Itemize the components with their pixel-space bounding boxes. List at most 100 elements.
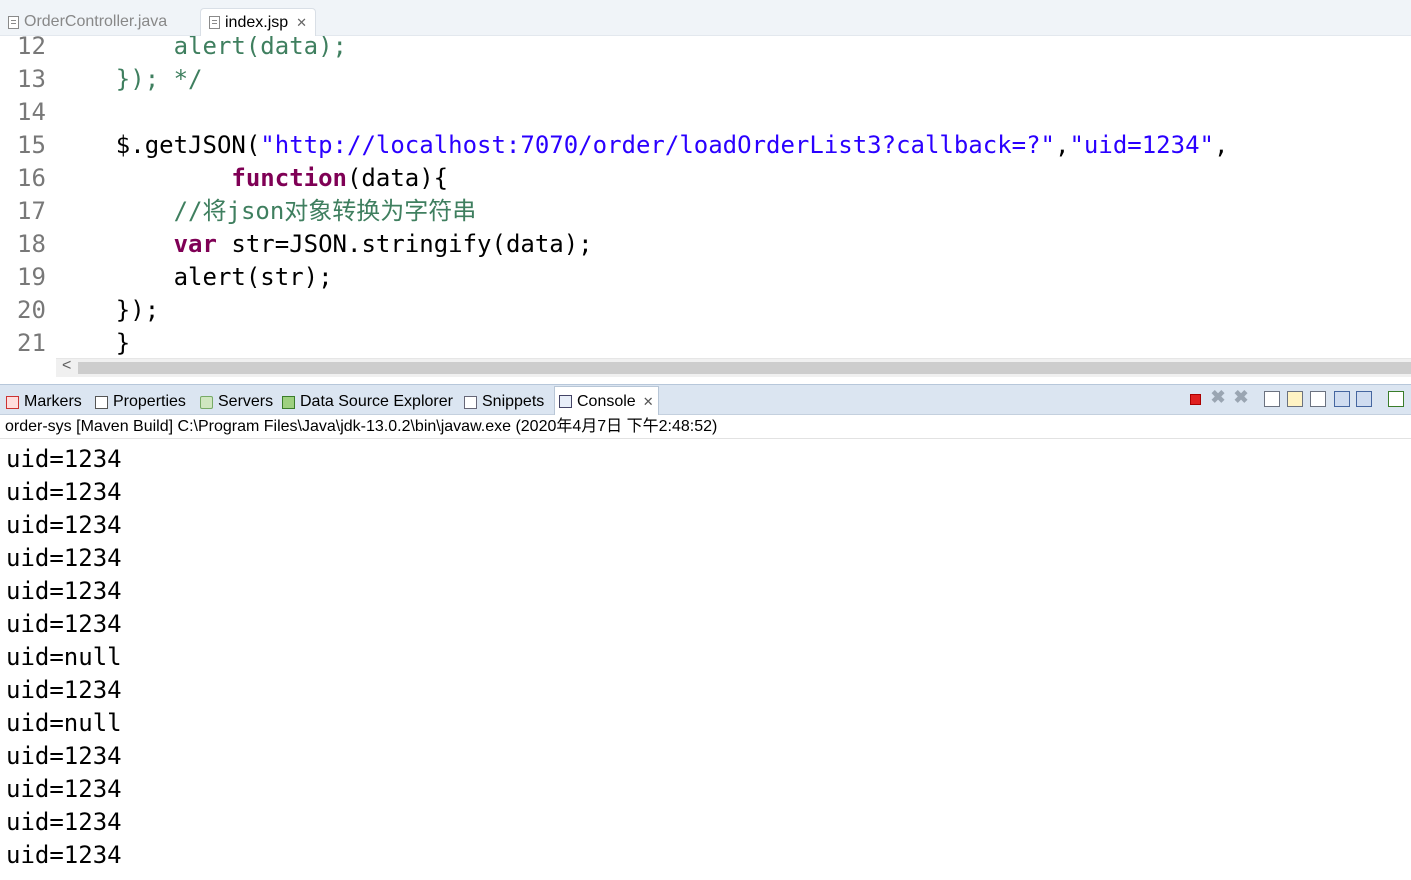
code-token: alert(data); [173,36,347,60]
jsp-file-icon [209,16,220,29]
code-text: alert(data); [58,36,347,63]
line-number: 14 [17,98,46,126]
remove-all-terminated-icon[interactable]: ✖ [1233,387,1249,407]
code-text: //将json对象转换为字符串 [58,195,477,228]
terminate-icon[interactable] [1190,394,1201,405]
code-line: 21 } [0,327,1411,358]
clear-console-icon[interactable] [1264,391,1280,407]
console-output-line: uid=1234 [6,742,122,770]
code-text: function(data){ [58,162,448,195]
code-line: 14 [0,96,1411,129]
tab-servers[interactable]: Servers [198,389,275,415]
data-source-explorer-icon [282,395,295,409]
code-text: $.getJSON("http://localhost:7070/order/l… [58,129,1229,162]
open-console-icon[interactable] [1388,391,1404,407]
line-number: 20 [17,296,46,324]
console-output-line: uid=1234 [6,808,122,836]
code-line: 15 $.getJSON("http://localhost:7070/orde… [0,129,1411,162]
tab-label: OrderController.java [24,13,168,30]
console-output-line: uid=1234 [6,610,122,638]
java-file-icon [8,15,19,29]
code-text: }); */ [58,63,203,96]
line-number: 19 [17,263,46,291]
console-output-line: uid=null [6,709,122,737]
console-output-line: uid=1234 [6,577,122,605]
console-icon [559,395,572,408]
code-line: 18 var str=JSON.stringify(data); [0,228,1411,261]
line-number: 18 [17,230,46,258]
code-token: "http://localhost:7070/order/loadOrderLi… [260,131,1056,159]
tab-label: Data Source Explorer [300,393,453,410]
scroll-left-icon[interactable]: < [62,357,71,375]
code-token: , [1055,131,1070,159]
close-icon[interactable]: ✕ [643,394,654,410]
line-number: 21 [17,329,46,357]
code-token: (data){ [346,164,449,192]
console-output-line: uid=1234 [6,511,122,539]
properties-icon [95,395,108,409]
console-output-line: uid=1234 [6,544,122,572]
code-token: str=JSON.stringify(data); [216,230,593,258]
code-token: }); */ [115,65,203,93]
code-line: 17 //将json对象转换为字符串 [0,195,1411,228]
console-output-line: uid=1234 [6,775,122,803]
tab-order-controller-java[interactable]: OrderController.java [8,8,167,36]
remove-launch-icon[interactable]: ✖ [1210,387,1226,407]
word-wrap-icon[interactable] [1310,391,1326,407]
close-icon[interactable]: ✕ [296,15,307,31]
view-tab-bar: Markers Properties Servers Data Source E… [0,384,1411,416]
pin-console-icon[interactable] [1334,391,1350,407]
line-number: 12 [17,36,46,60]
code-text: }); [58,294,159,327]
console-output-line: uid=1234 [6,841,122,869]
code-token: alert(str); [173,263,333,291]
tab-properties[interactable]: Properties [93,389,188,415]
code-editor[interactable]: 12 alert(data); 13 }); */14 15 $.getJSON("… [0,36,1411,358]
tab-label: Snippets [482,393,545,410]
code-text: var str=JSON.stringify(data); [58,228,593,261]
servers-icon [200,395,213,409]
code-token: , [1213,131,1229,159]
code-token: } [115,329,131,357]
console-output-line: uid=null [6,643,122,671]
tab-data-source-explorer[interactable]: Data Source Explorer [280,389,455,415]
code-text: alert(str); [58,261,333,294]
markers-icon [6,395,19,409]
code-token: }); [115,296,160,324]
editor-tab-bar: OrderController.java index.jsp ✕ [0,0,1411,36]
tab-snippets[interactable]: Snippets [462,389,546,415]
code-token: $.getJSON( [115,131,261,159]
tab-label: Markers [24,393,82,410]
tab-index-jsp[interactable]: index.jsp ✕ [200,8,317,36]
console-output-line: uid=1234 [6,445,122,473]
code-token: var [173,230,217,258]
console-output-line: uid=1234 [6,478,122,506]
snippets-icon [464,395,477,409]
code-line: 20 }); [0,294,1411,327]
line-number: 13 [17,65,46,93]
code-line: 12 alert(data); [0,36,1411,63]
code-line: 13 }); */ [0,63,1411,96]
tab-label: Servers [218,393,274,410]
code-line: 16 function(data){ [0,162,1411,195]
scrollbar-thumb[interactable] [78,362,1411,374]
tab-label: Console [577,392,636,410]
scroll-lock-icon[interactable] [1287,391,1303,407]
console-output[interactable]: uid=1234 uid=1234 uid=1234 uid=1234 uid=1234… [0,442,1411,880]
console-launch-label: order-sys [Maven Build] C:\Program Files… [0,415,1411,439]
code-text: } [58,327,130,358]
tab-console[interactable]: Console ✕ [554,386,659,416]
line-number: 17 [17,197,46,225]
code-token: //将json对象转换为字符串 [173,197,477,225]
tab-markers[interactable]: Markers [4,389,84,415]
line-number: 16 [17,164,46,192]
code-line: 19 alert(str); [0,261,1411,294]
horizontal-scrollbar[interactable]: < [56,357,1411,377]
console-output-line: uid=1234 [6,676,122,704]
code-token: function [231,164,347,192]
line-number: 15 [17,131,46,159]
display-console-icon[interactable] [1356,391,1372,407]
code-token: "uid=1234" [1069,131,1214,159]
tab-label: Properties [113,393,186,410]
tab-label: index.jsp [225,13,289,31]
